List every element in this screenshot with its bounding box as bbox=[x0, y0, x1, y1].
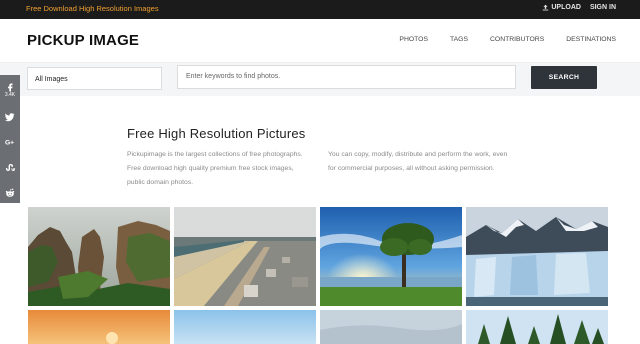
sign-in-link[interactable]: SIGN IN bbox=[590, 4, 616, 11]
upload-icon bbox=[543, 4, 549, 11]
facebook-share-count: 3.4K bbox=[4, 92, 16, 98]
search-button[interactable]: SEARCH bbox=[531, 66, 597, 89]
top-links: UPLOAD SIGN IN bbox=[542, 4, 616, 11]
google-plus-icon[interactable]: G+ bbox=[0, 134, 20, 152]
mountain-cliffs-photo[interactable] bbox=[28, 207, 170, 306]
site-logo[interactable]: PICKUP IMAGE bbox=[27, 32, 139, 49]
social-share-bar: 3.4K G+ bbox=[0, 75, 20, 203]
reddit-icon[interactable] bbox=[0, 185, 20, 203]
glacier-mountains-photo[interactable] bbox=[466, 207, 608, 306]
tree-sunset-lake-photo[interactable] bbox=[320, 207, 462, 306]
top-bar: Free Download High Resolution Images UPL… bbox=[0, 0, 640, 19]
category-select[interactable]: All Images bbox=[27, 67, 162, 90]
nav-contributors[interactable]: CONTRIBUTORS bbox=[490, 36, 544, 43]
nav-photos[interactable]: PHOTOS bbox=[399, 36, 428, 43]
intro-heading: Free High Resolution Pictures bbox=[127, 126, 306, 141]
pale-sky-photo[interactable] bbox=[320, 310, 462, 344]
upload-label: UPLOAD bbox=[551, 4, 581, 11]
nav-tags[interactable]: TAGS bbox=[450, 36, 468, 43]
beach-town-aerial-photo[interactable] bbox=[174, 207, 316, 306]
main-nav: PHOTOS TAGS CONTRIBUTORS DESTINATIONS bbox=[399, 36, 616, 43]
orange-sunset-photo[interactable] bbox=[28, 310, 170, 344]
site-header: PICKUP IMAGE PHOTOS TAGS CONTRIBUTORS DE… bbox=[0, 19, 640, 63]
upload-link[interactable]: UPLOAD bbox=[542, 4, 581, 11]
blue-sky-photo[interactable] bbox=[174, 310, 316, 344]
intro-text-left: Pickupimage is the largest collections o… bbox=[127, 151, 303, 186]
twitter-icon[interactable] bbox=[0, 109, 20, 127]
stumbleupon-icon[interactable] bbox=[0, 159, 20, 177]
svg-text:G+: G+ bbox=[5, 140, 14, 147]
promo-text: Free Download High Resolution Images bbox=[26, 4, 159, 13]
intro-text-right: You can copy, modify, distribute and per… bbox=[328, 151, 508, 172]
nav-destinations[interactable]: DESTINATIONS bbox=[566, 36, 616, 43]
search-input[interactable]: Enter keywords to find photos. bbox=[177, 65, 516, 89]
pine-trees-photo[interactable] bbox=[466, 310, 608, 344]
